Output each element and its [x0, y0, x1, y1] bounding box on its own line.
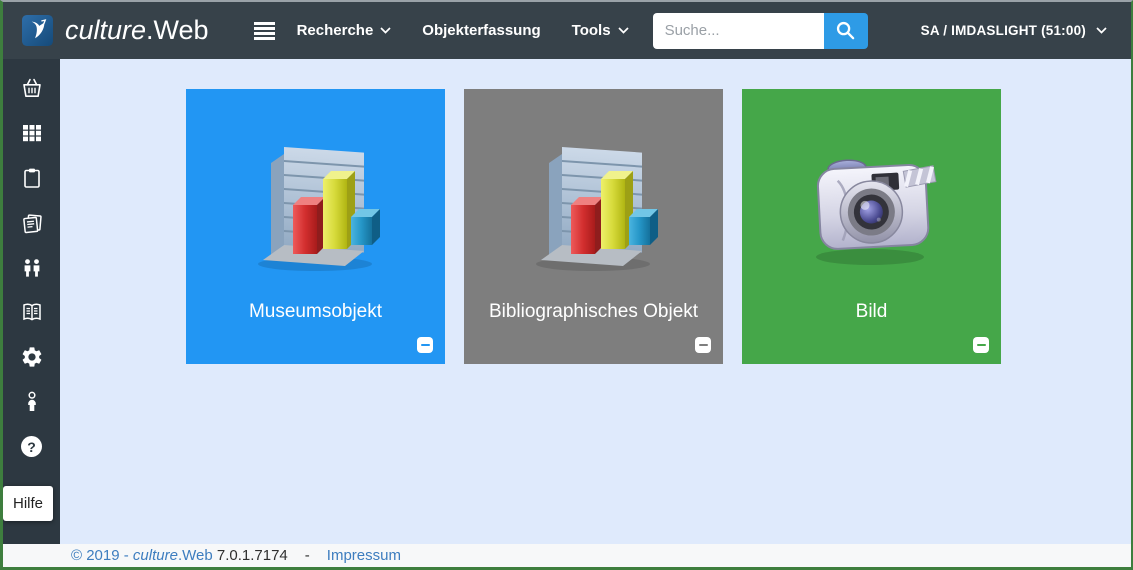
- nav-item-tools[interactable]: Tools: [572, 12, 629, 49]
- users-icon: [20, 256, 44, 280]
- sidebar-item-settings[interactable]: [3, 335, 60, 380]
- footer-separator: -: [305, 547, 310, 564]
- basket-icon: [20, 76, 44, 100]
- sidebar-item-users[interactable]: [3, 245, 60, 290]
- sidebar-item-book[interactable]: [3, 290, 60, 335]
- minimize-icon[interactable]: [973, 337, 989, 353]
- sidebar-item-modules[interactable]: [3, 111, 60, 156]
- search-input[interactable]: [653, 13, 824, 49]
- sidebar-item-help[interactable]: ?: [3, 424, 60, 469]
- sidebar-item-person[interactable]: [3, 380, 60, 425]
- gear-icon: [20, 345, 44, 369]
- card-label: Bibliographisches Objekt: [489, 301, 698, 323]
- bar-chart-icon: [241, 131, 391, 279]
- help-icon: ?: [21, 436, 42, 457]
- card-bild[interactable]: Bild: [742, 89, 1001, 364]
- minimize-icon[interactable]: [417, 337, 433, 353]
- main-nav: Recherche Objekterfassung Tools: [297, 12, 629, 49]
- card-label: Bild: [856, 301, 888, 323]
- nav-item-recherche[interactable]: Recherche: [297, 12, 392, 49]
- clipboard-icon: [20, 166, 44, 190]
- search-bar: [653, 13, 868, 49]
- main-area: Museumsobjekt: [60, 59, 1131, 544]
- user-label: SA / IMDASLIGHT (51:00): [921, 23, 1086, 38]
- impressum-link[interactable]: Impressum: [327, 547, 401, 564]
- minimize-icon[interactable]: [695, 337, 711, 353]
- chevron-down-icon: [380, 27, 391, 34]
- person-icon: [20, 390, 44, 414]
- user-menu[interactable]: SA / IMDASLIGHT (51:00): [921, 23, 1107, 38]
- grid-icon: [20, 121, 44, 145]
- help-tooltip: Hilfe: [3, 486, 53, 521]
- card-label: Museumsobjekt: [249, 301, 382, 323]
- hamburger-menu-icon[interactable]: [250, 18, 279, 44]
- top-navbar: culture.Web Recherche Objekterfassung To…: [3, 2, 1131, 59]
- footer: © 2019 - culture.Web 7.0.1.7174 - Impres…: [3, 544, 1131, 567]
- footer-version: 7.0.1.7174: [217, 547, 288, 564]
- search-icon: [835, 20, 856, 41]
- chevron-down-icon: [618, 27, 629, 34]
- card-bibliographisches-objekt[interactable]: Bibliographisches Objekt: [464, 89, 723, 364]
- documents-icon: [20, 211, 44, 235]
- sidebar-item-basket[interactable]: [3, 66, 60, 111]
- brand-logo-icon: [22, 15, 53, 46]
- sidebar-item-documents[interactable]: [3, 200, 60, 245]
- sidebar: ?: [3, 59, 60, 544]
- nav-item-label: Recherche: [297, 22, 374, 39]
- brand-title: culture.Web: [65, 15, 209, 46]
- book-icon: [20, 300, 44, 324]
- app-window: culture.Web Recherche Objekterfassung To…: [0, 0, 1133, 570]
- chevron-down-icon: [1096, 27, 1107, 34]
- nav-item-objekterfassung[interactable]: Objekterfassung: [422, 12, 540, 49]
- nav-item-label: Objekterfassung: [422, 22, 540, 39]
- card-museumsobjekt[interactable]: Museumsobjekt: [186, 89, 445, 364]
- brand[interactable]: culture.Web: [22, 15, 209, 46]
- bar-chart-icon: [519, 131, 669, 279]
- camera-icon: [797, 131, 947, 279]
- footer-copyright: © 2019 - culture.Web 7.0.1.7174: [71, 547, 288, 564]
- search-button[interactable]: [824, 13, 868, 49]
- nav-item-label: Tools: [572, 22, 611, 39]
- sidebar-item-clipboard[interactable]: [3, 156, 60, 201]
